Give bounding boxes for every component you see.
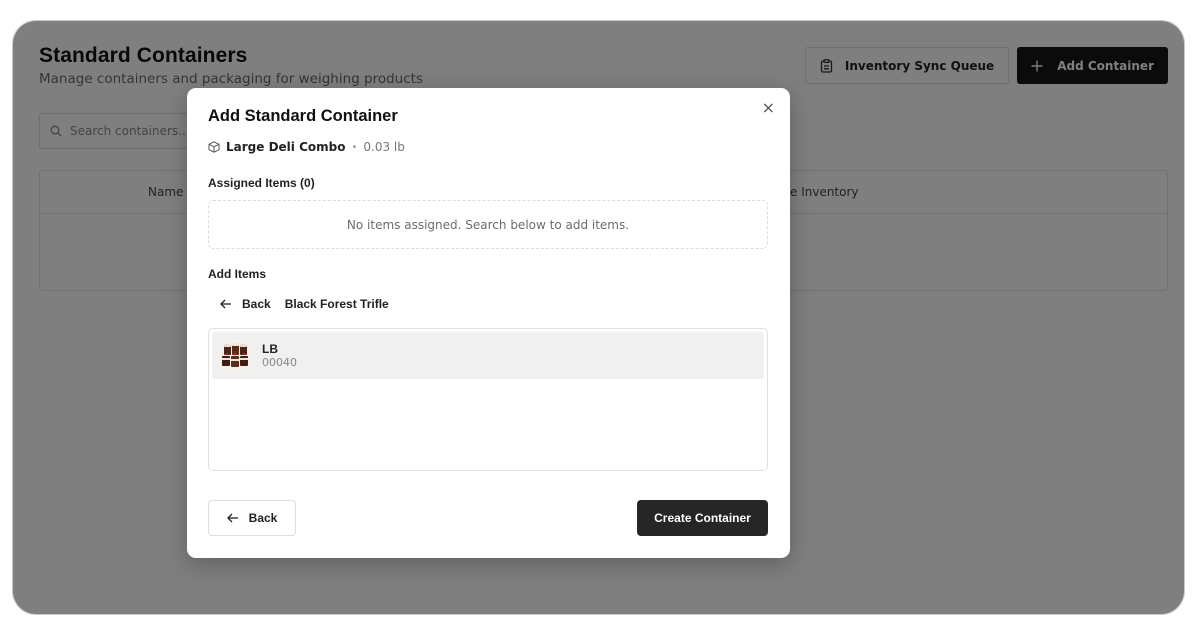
- list-item[interactable]: LB 00040: [212, 332, 764, 379]
- category-back-button[interactable]: Back: [208, 297, 285, 311]
- assigned-items-label: Assigned Items (0): [208, 176, 315, 190]
- empty-message: No items assigned. Search below to add i…: [346, 217, 630, 232]
- container-name: Large Deli Combo: [226, 140, 346, 154]
- item-list: LB 00040: [208, 328, 768, 471]
- current-category: Black Forest Trifle: [284, 297, 389, 311]
- category-nav: Back Black Forest Trifle: [208, 297, 389, 311]
- package-icon: [208, 141, 220, 153]
- add-standard-container-dialog: × Add Standard Container Large Deli Comb…: [187, 88, 790, 558]
- separator-dot: •: [351, 141, 358, 153]
- category-back-label: Back: [242, 297, 271, 311]
- back-button-label: Back: [248, 511, 278, 525]
- product-thumbnail: [220, 339, 252, 372]
- list-item-title: LB: [262, 341, 278, 356]
- list-item-code: 00040: [262, 355, 297, 369]
- arrow-left-icon: [220, 299, 232, 309]
- create-container-label: Create Container: [654, 511, 751, 525]
- back-button[interactable]: Back: [208, 500, 296, 536]
- arrow-left-icon: [226, 513, 239, 523]
- add-items-label: Add Items: [208, 267, 267, 281]
- list-item-text: LB 00040: [262, 342, 297, 370]
- dialog-title: Add Standard Container: [208, 107, 398, 125]
- create-container-button[interactable]: Create Container: [637, 500, 768, 536]
- assigned-items-empty-state: No items assigned. Search below to add i…: [208, 200, 768, 249]
- container-info: Large Deli Combo • 0.03 lb: [208, 140, 405, 154]
- close-icon[interactable]: ×: [762, 100, 775, 116]
- container-weight: 0.03 lb: [363, 140, 405, 154]
